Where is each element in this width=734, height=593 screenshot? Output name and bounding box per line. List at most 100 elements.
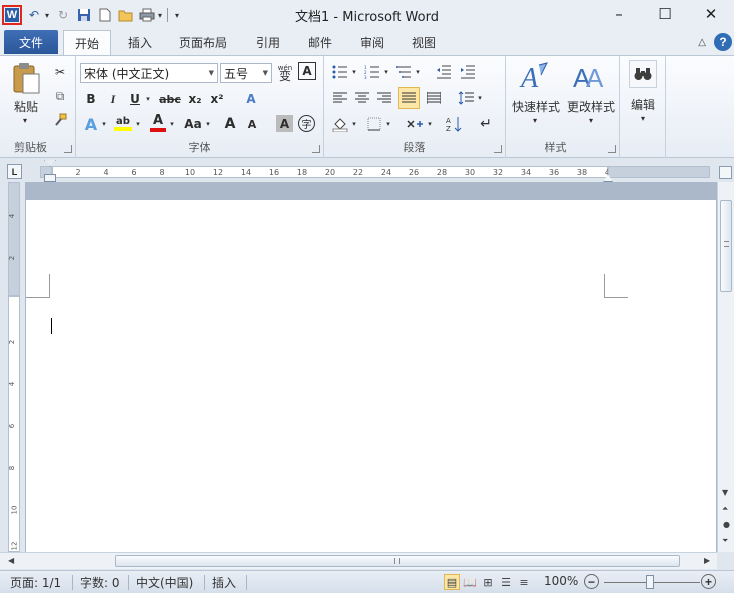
tab-file[interactable]: 文件 bbox=[4, 30, 58, 54]
redo-icon[interactable]: ↻ bbox=[54, 6, 72, 24]
scroll-down-arrow-icon[interactable]: ▼ bbox=[722, 488, 728, 497]
line-spacing-dropdown-icon[interactable]: ▾ bbox=[476, 88, 484, 108]
change-styles-icon[interactable]: AA bbox=[572, 60, 606, 96]
editing-dropdown-icon[interactable]: ▾ bbox=[638, 114, 648, 123]
change-case-dropdown-icon[interactable]: ▾ bbox=[204, 114, 212, 134]
styles-launcher-icon[interactable] bbox=[608, 145, 616, 153]
tab-view[interactable]: 视图 bbox=[402, 30, 446, 55]
bullets-icon[interactable] bbox=[330, 63, 350, 81]
qat-dropdown-icon[interactable]: ▾ bbox=[156, 6, 164, 24]
zoom-out-button[interactable]: − bbox=[584, 574, 599, 589]
collapse-ribbon-icon[interactable]: △ bbox=[698, 37, 706, 48]
text-effects-icon[interactable]: A bbox=[82, 114, 100, 134]
left-indent-marker[interactable] bbox=[44, 174, 56, 182]
draft-view-icon[interactable]: ≡ bbox=[516, 574, 532, 590]
open-folder-icon[interactable] bbox=[117, 6, 135, 24]
customize-qat-icon[interactable]: ▾ bbox=[171, 6, 183, 24]
font-launcher-icon[interactable] bbox=[312, 145, 320, 153]
font-name-combo[interactable]: 宋体 (中文正文) ▼ bbox=[80, 63, 218, 83]
change-styles-label[interactable]: 更改样式 bbox=[564, 98, 618, 115]
document-page[interactable] bbox=[26, 200, 716, 552]
bold-icon[interactable]: B bbox=[82, 90, 100, 108]
highlight-dropdown-icon[interactable]: ▾ bbox=[134, 114, 142, 134]
borders-icon[interactable] bbox=[364, 114, 384, 134]
page-count[interactable]: 页面: 1/1 bbox=[10, 574, 61, 591]
ruler-bar[interactable]: 2468101214161820222426283032343638404244… bbox=[52, 166, 699, 178]
clear-formatting-icon[interactable]: A bbox=[240, 89, 262, 109]
font-size-combo[interactable]: 五号 ▼ bbox=[220, 63, 272, 83]
scroll-left-arrow-icon[interactable]: ◀ bbox=[8, 556, 14, 565]
previous-page-icon[interactable]: ⏶ bbox=[722, 504, 728, 514]
word-count[interactable]: 字数: 0 bbox=[80, 574, 120, 591]
print-icon[interactable] bbox=[138, 6, 156, 24]
text-effects-dropdown-icon[interactable]: ▾ bbox=[100, 114, 108, 134]
tab-review[interactable]: 审阅 bbox=[350, 30, 394, 55]
font-color-icon[interactable]: A bbox=[148, 112, 168, 134]
font-name-dropdown-icon[interactable]: ▼ bbox=[209, 69, 214, 77]
subscript-icon[interactable]: x₂ bbox=[186, 90, 204, 108]
phonetic-guide-icon[interactable]: wén 变 bbox=[276, 62, 294, 82]
tab-insert[interactable]: 插入 bbox=[118, 30, 162, 55]
undo-icon[interactable]: ↶ bbox=[25, 6, 43, 24]
copy-icon[interactable]: ⧉ bbox=[52, 88, 68, 104]
highlight-icon[interactable]: ab bbox=[112, 112, 134, 134]
tab-mailings[interactable]: 邮件 bbox=[298, 30, 342, 55]
shading-icon[interactable] bbox=[330, 114, 350, 134]
word-app-icon[interactable]: W bbox=[2, 5, 22, 25]
enclose-characters-icon[interactable]: 字 bbox=[298, 115, 315, 132]
quick-styles-label[interactable]: 快速样式 bbox=[508, 98, 564, 115]
strikethrough-icon[interactable]: abc bbox=[158, 90, 182, 108]
align-center-icon[interactable] bbox=[352, 88, 372, 108]
minimize-button[interactable]: – bbox=[596, 0, 642, 28]
view-ruler-icon[interactable] bbox=[719, 166, 732, 179]
tab-references[interactable]: 引用 bbox=[246, 30, 290, 55]
multilevel-dropdown-icon[interactable]: ▾ bbox=[414, 63, 422, 81]
underline-dropdown-icon[interactable]: ▾ bbox=[144, 90, 152, 108]
numbering-icon[interactable]: 123 bbox=[362, 63, 382, 81]
decrease-indent-icon[interactable] bbox=[434, 63, 454, 81]
line-spacing-icon[interactable] bbox=[456, 88, 476, 108]
scroll-right-arrow-icon[interactable]: ▶ bbox=[704, 556, 710, 565]
character-border-icon[interactable]: A bbox=[298, 62, 316, 80]
zoom-in-button[interactable]: + bbox=[701, 574, 716, 589]
distributed-icon[interactable] bbox=[424, 88, 444, 108]
undo-dropdown-icon[interactable]: ▾ bbox=[43, 6, 51, 24]
format-painter-icon[interactable] bbox=[52, 112, 68, 128]
vertical-scrollbar[interactable]: ▼ ⏶ ● ⏷ bbox=[717, 182, 734, 552]
tab-selector-button[interactable]: L bbox=[7, 164, 22, 179]
zoom-slider-thumb[interactable] bbox=[646, 575, 654, 589]
horizontal-scrollbar[interactable]: ◀ ▶ bbox=[0, 552, 717, 569]
full-screen-reading-icon[interactable]: 📖 bbox=[462, 574, 478, 590]
underline-icon[interactable]: U bbox=[126, 90, 144, 108]
shrink-font-icon[interactable]: A bbox=[242, 114, 262, 134]
change-styles-dropdown-icon[interactable]: ▾ bbox=[586, 116, 596, 125]
next-page-icon[interactable]: ⏷ bbox=[722, 536, 728, 546]
paste-dropdown-icon[interactable]: ▾ bbox=[20, 116, 30, 125]
multilevel-list-icon[interactable] bbox=[394, 63, 414, 81]
italic-icon[interactable]: I bbox=[104, 90, 122, 108]
quick-styles-icon[interactable]: A bbox=[518, 60, 552, 96]
outline-view-icon[interactable]: ☰ bbox=[498, 574, 514, 590]
sort-icon[interactable]: AZ bbox=[444, 114, 464, 134]
close-button[interactable]: ✕ bbox=[688, 0, 734, 28]
help-icon[interactable]: ? bbox=[714, 33, 732, 51]
find-binoculars-icon[interactable] bbox=[629, 60, 657, 88]
zoom-level[interactable]: 100% bbox=[544, 574, 578, 588]
web-layout-icon[interactable]: ⊞ bbox=[480, 574, 496, 590]
font-color-dropdown-icon[interactable]: ▾ bbox=[168, 114, 176, 134]
paragraph-launcher-icon[interactable] bbox=[494, 145, 502, 153]
cut-icon[interactable]: ✂ bbox=[52, 64, 68, 80]
chinese-layout-icon[interactable] bbox=[404, 114, 426, 134]
align-right-icon[interactable] bbox=[374, 88, 394, 108]
maximize-button[interactable]: ☐ bbox=[642, 0, 688, 28]
increase-indent-icon[interactable] bbox=[458, 63, 478, 81]
borders-dropdown-icon[interactable]: ▾ bbox=[384, 114, 392, 134]
bullets-dropdown-icon[interactable]: ▾ bbox=[350, 63, 358, 81]
numbering-dropdown-icon[interactable]: ▾ bbox=[382, 63, 390, 81]
insert-mode-indicator[interactable]: 插入 bbox=[212, 574, 236, 591]
superscript-icon[interactable]: x² bbox=[208, 90, 226, 108]
paste-icon[interactable] bbox=[10, 61, 42, 95]
clipboard-launcher-icon[interactable] bbox=[64, 145, 72, 153]
quick-styles-dropdown-icon[interactable]: ▾ bbox=[530, 116, 540, 125]
save-icon[interactable] bbox=[75, 6, 93, 24]
